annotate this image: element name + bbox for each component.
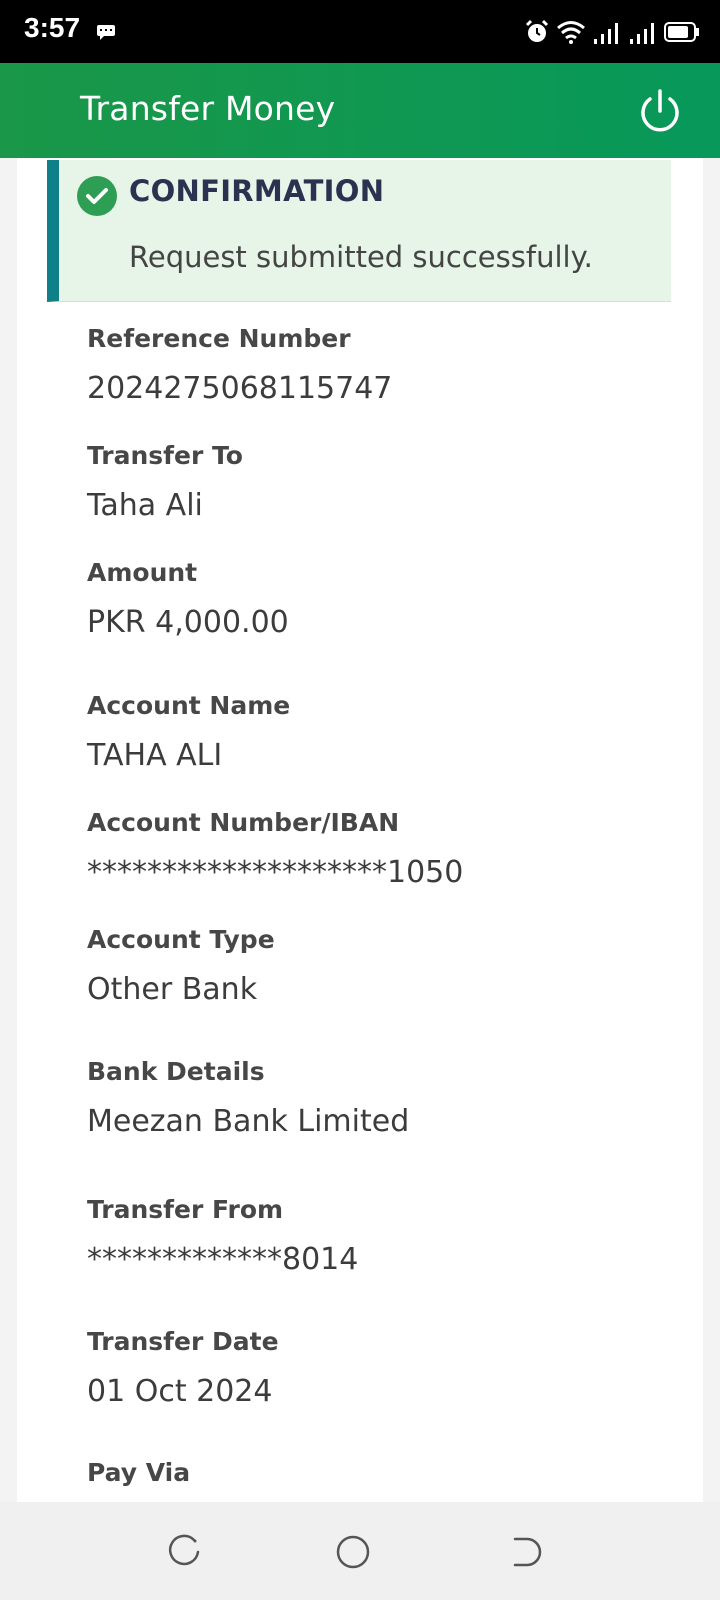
detail-reference-number: Reference Number 2024275068115747 (87, 324, 392, 406)
detail-label: Transfer To (87, 441, 243, 470)
detail-label: Amount (87, 558, 198, 587)
detail-label: Account Number/IBAN (87, 808, 400, 837)
detail-label: Transfer From (87, 1195, 284, 1224)
detail-transfer-date: Transfer Date 01 Oct 2024 (87, 1327, 279, 1409)
check-circle-icon (77, 176, 117, 216)
signal-icon (594, 23, 618, 44)
detail-amount: Amount PKR 4,000.00 (87, 558, 289, 640)
battery-icon (664, 22, 699, 42)
detail-label: Pay Via (87, 1458, 191, 1487)
status-icons (524, 18, 700, 46)
detail-bank-details: Bank Details Meezan Bank Limited (87, 1057, 409, 1139)
detail-value: PKR 4,000.00 (87, 605, 289, 640)
detail-value: Meezan Bank Limited (87, 1104, 410, 1139)
home-icon[interactable] (333, 1532, 373, 1572)
detail-label: Account Name (87, 691, 291, 720)
detail-transfer-from: Transfer From *************8014 (87, 1195, 358, 1277)
detail-label: Transfer Date (87, 1327, 279, 1356)
message-icon (97, 25, 115, 40)
transfer-receipt-card: CONFIRMATION Request submitted successfu… (17, 158, 703, 1502)
detail-value: 2024275068115747 (87, 371, 393, 406)
navigation-bar (0, 1502, 720, 1600)
detail-value: *************8014 (87, 1242, 359, 1277)
confirmation-banner: CONFIRMATION Request submitted successfu… (47, 160, 671, 302)
detail-label: Bank Details (87, 1057, 265, 1086)
status-time: 3:57 (24, 12, 81, 43)
detail-transfer-to: Transfer To Taha Ali (87, 441, 243, 523)
detail-account-type: Account Type Other Bank (87, 925, 275, 1007)
detail-value: ********************1050 (87, 855, 464, 890)
page-title: Transfer Money (80, 89, 336, 128)
wifi-icon (557, 21, 585, 44)
status-bar: 3:57 (0, 0, 720, 63)
recent-apps-icon[interactable] (164, 1532, 204, 1572)
detail-value: TAHA ALI (87, 738, 223, 773)
power-icon[interactable] (636, 87, 684, 135)
detail-account-number: Account Number/IBAN ********************… (87, 808, 463, 890)
back-icon[interactable] (505, 1532, 545, 1572)
app-bar: Transfer Money (0, 63, 720, 158)
detail-value: Other Bank (87, 972, 258, 1007)
detail-value: Taha Ali (87, 488, 203, 523)
confirmation-title: CONFIRMATION (129, 174, 385, 208)
alarm-icon (525, 19, 549, 42)
confirmation-message: Request submitted successfully. (129, 240, 593, 274)
detail-account-name: Account Name TAHA ALI (87, 691, 290, 773)
signal-icon (630, 23, 654, 44)
detail-value: 01 Oct 2024 (87, 1374, 273, 1409)
detail-pay-via: Pay Via (87, 1458, 190, 1502)
detail-label: Reference Number (87, 324, 351, 353)
detail-label: Account Type (87, 925, 275, 954)
